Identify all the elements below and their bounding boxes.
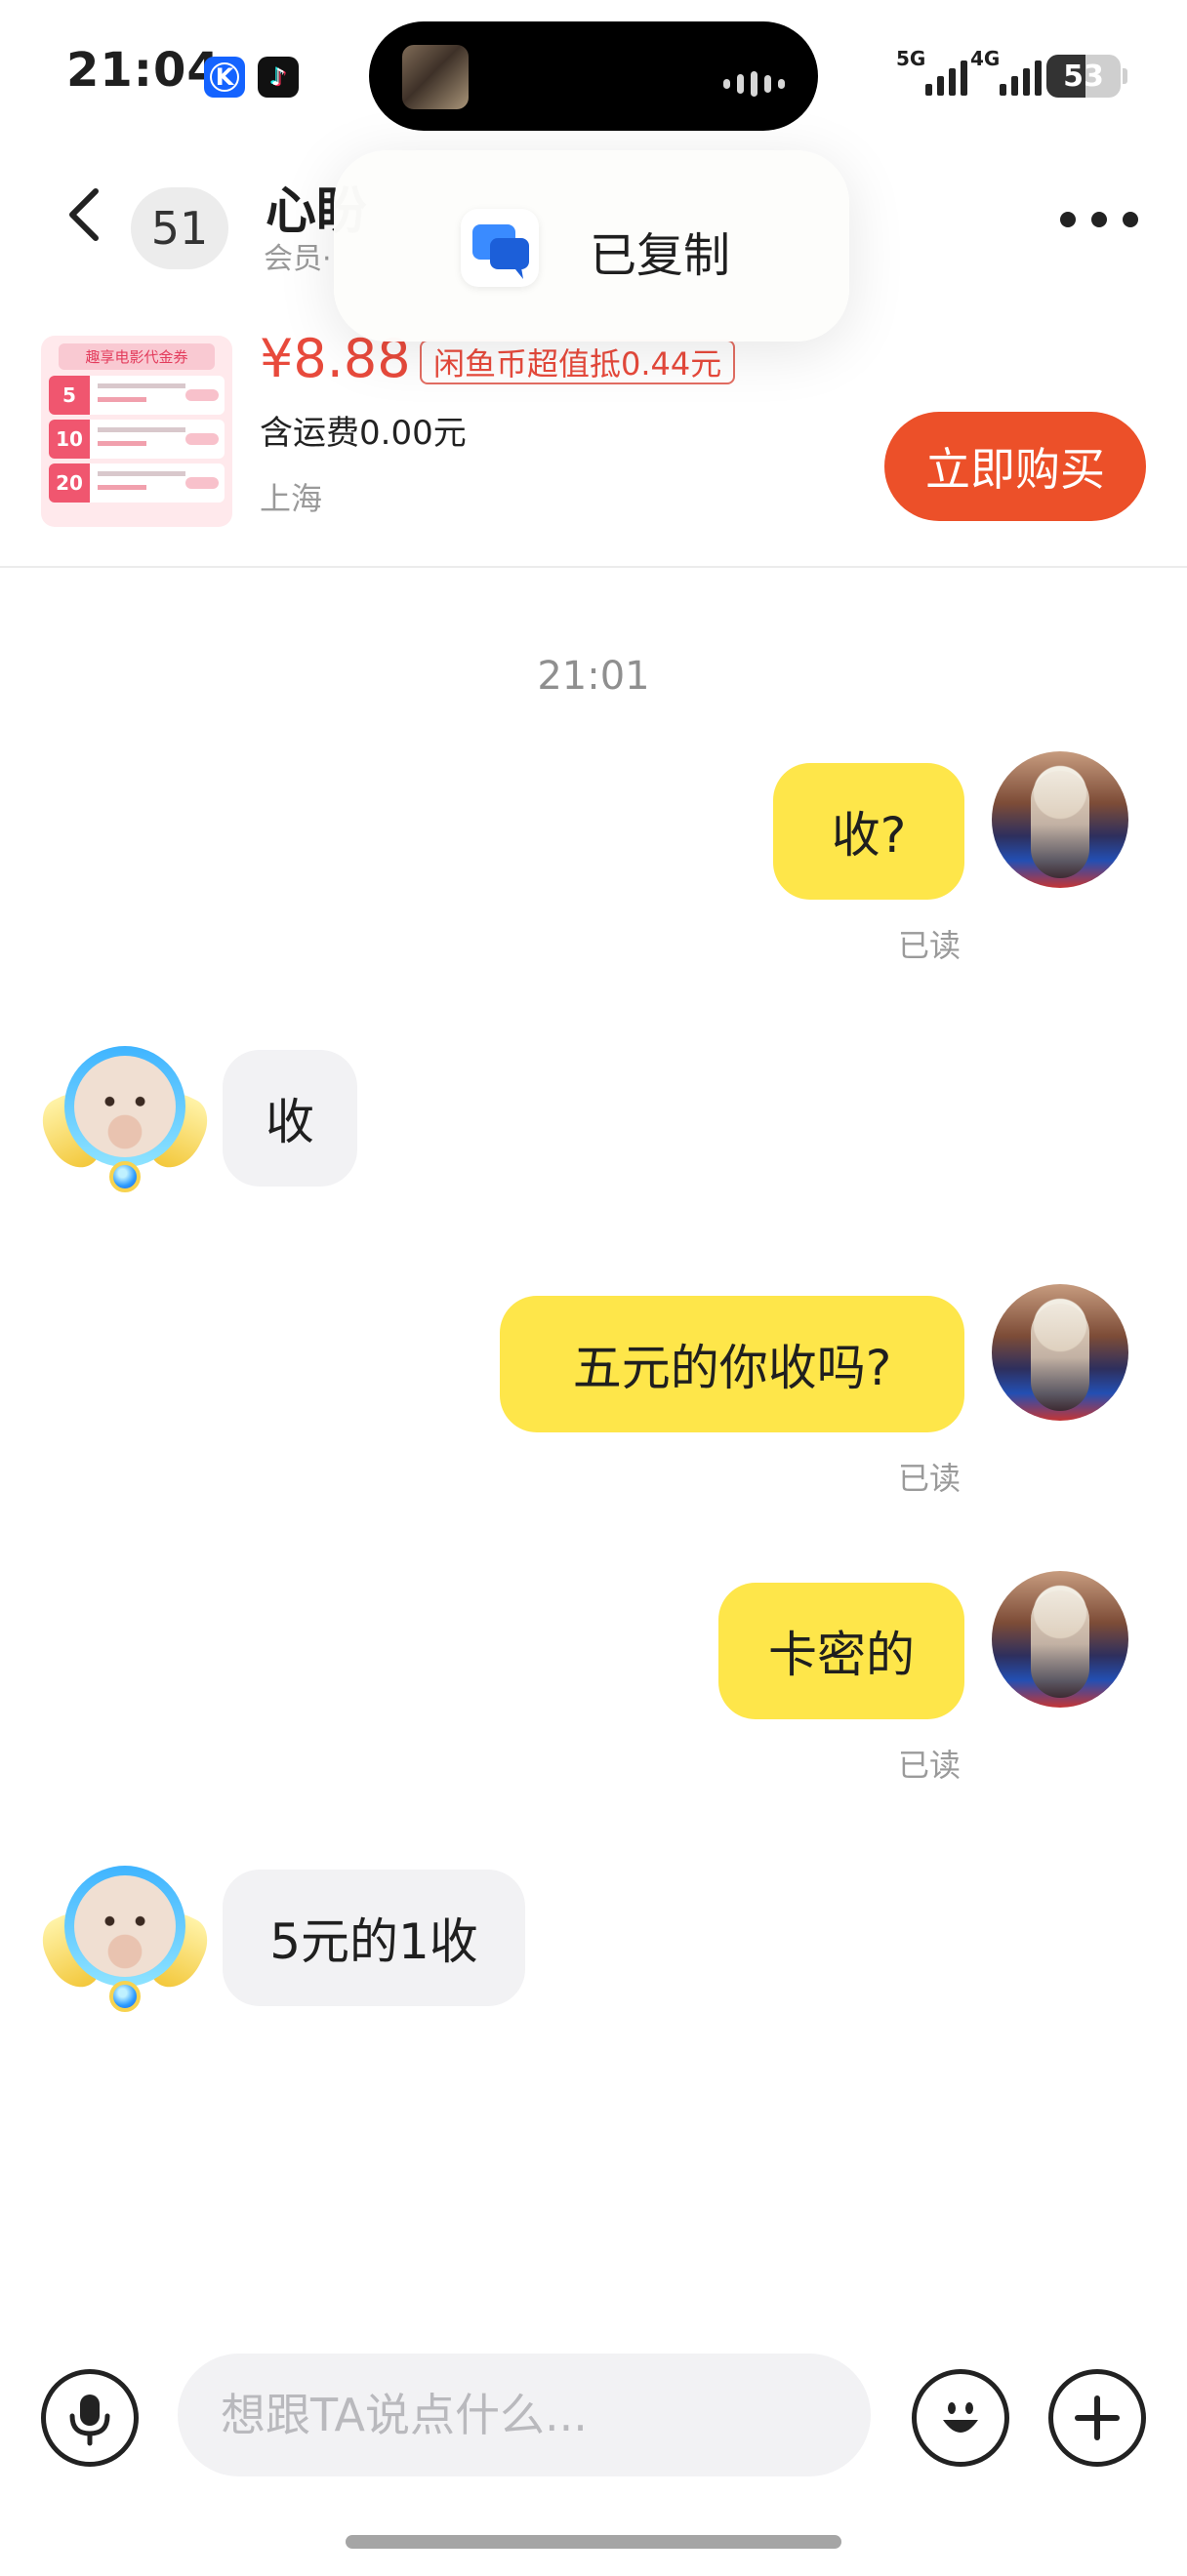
coin-discount-badge: 闲鱼币超值抵0.44元 bbox=[420, 340, 736, 384]
chat-screen: 21:04 K ♪ 5G 4G 53 51 心盼 会员· 已复制 趣享电影代金券… bbox=[0, 0, 1187, 2576]
contact-avatar[interactable] bbox=[33, 1038, 217, 1210]
my-message-bubble[interactable]: 收? bbox=[773, 763, 964, 900]
emoji-icon[interactable] bbox=[912, 2369, 1009, 2467]
contact-avatar[interactable] bbox=[33, 1858, 217, 2030]
my-avatar[interactable] bbox=[992, 1284, 1128, 1421]
signal-5g-indicator: 5G bbox=[896, 47, 967, 98]
toast-label: 已复制 bbox=[590, 228, 731, 283]
plus-icon[interactable] bbox=[1048, 2369, 1146, 2467]
my-avatar[interactable] bbox=[992, 1571, 1128, 1708]
battery-percent: 53 bbox=[1063, 59, 1104, 94]
unread-count-badge[interactable]: 51 bbox=[131, 187, 228, 269]
product-thumb-tag: 5 bbox=[49, 376, 90, 415]
read-status: 已读 bbox=[898, 1460, 962, 1497]
read-status: 已读 bbox=[898, 927, 962, 964]
my-message-bubble[interactable]: 卡密的 bbox=[718, 1583, 964, 1719]
signal-4g-indicator: 4G bbox=[970, 47, 1042, 98]
status-bar: 21:04 K ♪ 5G 4G 53 bbox=[0, 0, 1187, 146]
copied-toast: 已复制 bbox=[334, 150, 849, 342]
my-message-bubble[interactable]: 五元的你收吗? bbox=[500, 1296, 964, 1432]
mic-icon[interactable] bbox=[41, 2369, 139, 2467]
their-message-bubble[interactable]: 收 bbox=[223, 1050, 357, 1187]
message-input-bar bbox=[0, 2332, 1187, 2488]
product-thumbnail[interactable]: 趣享电影代金券 5 10 20 bbox=[41, 336, 232, 527]
tiktok-app-icon: ♪ bbox=[258, 57, 299, 98]
k-app-icon: K bbox=[204, 57, 245, 98]
message-input[interactable] bbox=[178, 2354, 871, 2476]
read-status: 已读 bbox=[898, 1747, 962, 1784]
copy-app-icon bbox=[461, 209, 539, 287]
product-thumb-tag: 20 bbox=[49, 463, 90, 503]
shipping-fee: 含运费0.00元 bbox=[260, 414, 467, 453]
chat-timestamp: 21:01 bbox=[537, 654, 650, 699]
now-playing-thumbnail bbox=[402, 45, 469, 109]
dynamic-island[interactable] bbox=[369, 21, 818, 131]
battery-indicator: 53 bbox=[1046, 55, 1121, 98]
home-indicator[interactable] bbox=[346, 2535, 841, 2549]
status-time: 21:04 bbox=[66, 43, 221, 98]
buy-now-button[interactable]: 立即购买 bbox=[884, 412, 1146, 521]
battery-tip bbox=[1123, 68, 1127, 84]
product-location: 上海 bbox=[260, 480, 323, 517]
audio-wave-icon bbox=[723, 71, 785, 97]
my-avatar[interactable] bbox=[992, 751, 1128, 888]
more-icon[interactable] bbox=[1060, 207, 1138, 232]
back-icon[interactable] bbox=[61, 185, 109, 244]
product-thumb-tag: 10 bbox=[49, 420, 90, 459]
their-message-bubble[interactable]: 5元的1收 bbox=[223, 1870, 525, 2006]
header-divider bbox=[0, 566, 1187, 568]
product-thumb-title: 趣享电影代金券 bbox=[59, 343, 215, 370]
product-card[interactable]: 趣享电影代金券 5 10 20 ¥8.88 闲鱼币超值抵0.44元 含运费0.0… bbox=[0, 322, 1187, 568]
